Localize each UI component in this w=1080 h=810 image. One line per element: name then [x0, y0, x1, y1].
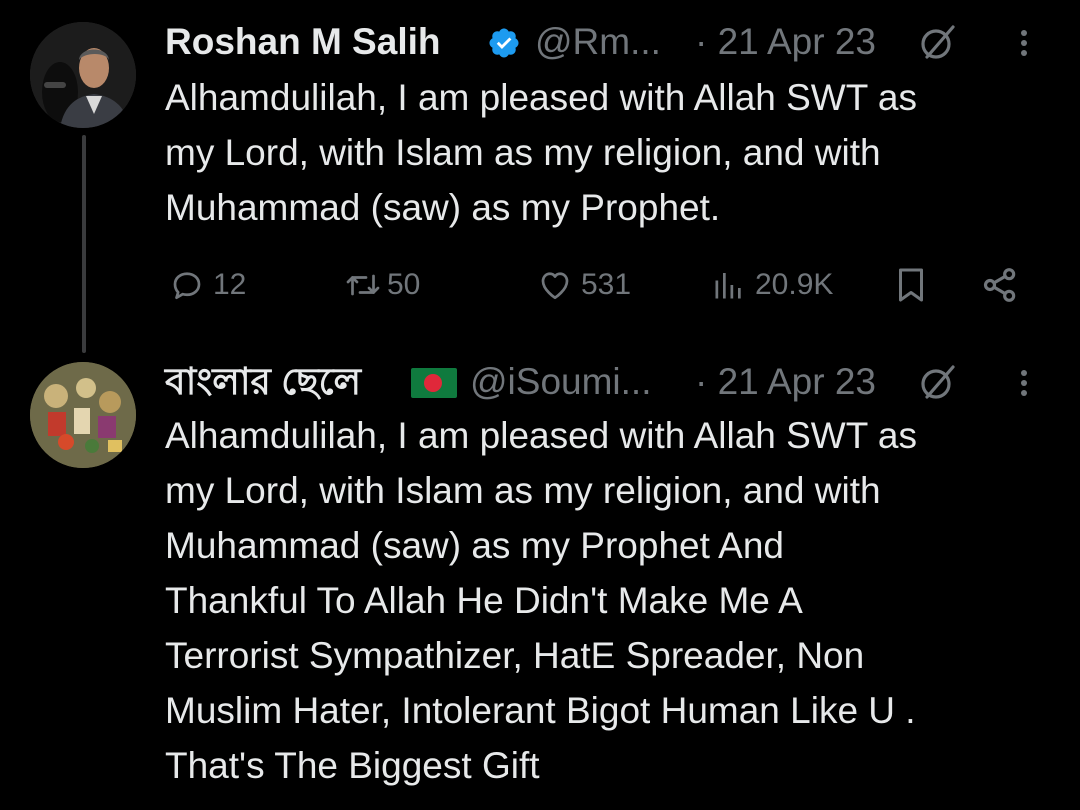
avatar[interactable] [30, 362, 136, 468]
heart-icon [537, 267, 573, 303]
handle[interactable]: @Rm... [535, 19, 661, 65]
avatar[interactable] [30, 22, 136, 128]
timestamp[interactable]: · 21 Apr 23 [695, 359, 876, 405]
more-options-icon[interactable] [1017, 25, 1031, 61]
tweet-text: Alhamdulilah, I am pleased with Allah SW… [165, 415, 918, 786]
view-count: 20.9K [755, 268, 834, 301]
tweet-text: Alhamdulilah, I am pleased with Allah SW… [165, 77, 918, 228]
tweet-header: Roshan M Salih @Rm... · 21 Apr 23 [165, 19, 1055, 65]
reply-count: 12 [213, 268, 247, 301]
reply-button[interactable]: 12 [169, 258, 246, 312]
display-name[interactable]: Roshan M Salih [165, 19, 440, 65]
bookmark-icon [893, 265, 929, 305]
display-name[interactable]: বাংলার ছেলে [165, 359, 361, 405]
repost-count: 50 [387, 268, 421, 301]
share-icon [980, 265, 1020, 305]
views-chart-icon [711, 267, 747, 303]
thread-line [82, 135, 86, 353]
views-button[interactable]: 20.9K [711, 258, 833, 312]
tweet-isoumi[interactable]: বাংলার ছেলে @iSoumi... · 21 Apr 23 Alham… [0, 340, 1080, 810]
like-button[interactable]: 531 [537, 258, 631, 312]
more-options-icon[interactable] [1017, 365, 1031, 401]
tweet-roshan[interactable]: Roshan M Salih @Rm... · 21 Apr 23 Alhamd… [0, 0, 1080, 353]
handle[interactable]: @iSoumi... [470, 359, 652, 405]
bangladesh-flag-icon [411, 368, 457, 398]
tweet-header: বাংলার ছেলে @iSoumi... · 21 Apr 23 [165, 359, 1055, 405]
grok-icon[interactable] [917, 361, 959, 403]
share-button[interactable] [980, 258, 1020, 312]
repost-icon [343, 267, 383, 303]
timestamp[interactable]: · 21 Apr 23 [695, 19, 876, 65]
verified-badge-icon [487, 25, 521, 59]
like-count: 531 [581, 268, 632, 301]
repost-button[interactable]: 50 [343, 258, 420, 312]
reply-icon [169, 267, 205, 303]
bookmark-button[interactable] [893, 258, 929, 312]
action-bar: 12 50 531 20.9K [165, 258, 1045, 312]
grok-icon[interactable] [917, 21, 959, 63]
